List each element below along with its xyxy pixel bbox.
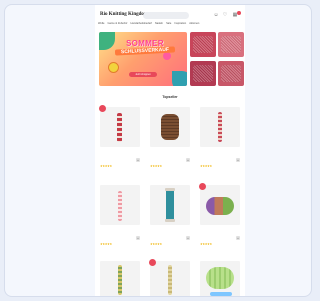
product-image[interactable] (150, 185, 190, 225)
promo-tile[interactable] (218, 61, 244, 86)
product-card[interactable]: + ★★★★★ (150, 107, 190, 169)
nav-item[interactable]: Sale (166, 22, 171, 27)
yarn-skein-shape (218, 112, 222, 142)
product-image[interactable] (100, 107, 140, 147)
product-image[interactable] (150, 261, 190, 296)
yarn-ball-shape (206, 267, 234, 289)
add-to-cart-icon[interactable]: + (186, 236, 190, 240)
yarn-ball-decoration (108, 62, 119, 73)
rating-stars: ★★★★★ (150, 242, 162, 246)
spool-cap-shape (165, 188, 175, 191)
product-card[interactable] (100, 261, 140, 296)
leaf-decoration (172, 71, 187, 86)
site-header: Rio Knitting Kingdom ☺ ♡ ▦ (95, 11, 245, 21)
main-nav: Wolle Garne & Zubehör Handarbeitsbedarf … (98, 22, 244, 27)
web-page: Rio Knitting Kingdom ☺ ♡ ▦ Wolle Garne &… (95, 5, 245, 296)
rating-stars: ★★★★★ (200, 164, 212, 168)
promo-tile[interactable] (218, 32, 244, 57)
nav-item[interactable]: Aktionen (189, 22, 199, 27)
product-card[interactable] (149, 259, 190, 296)
heart-icon[interactable]: ♡ (222, 12, 228, 18)
user-icon[interactable]: ☺ (213, 12, 219, 18)
scroll-indicator[interactable] (210, 292, 232, 296)
product-card[interactable]: + ★★★★★ (200, 107, 240, 169)
nav-item[interactable]: Nadeln (155, 22, 163, 27)
hero-cta-button[interactable]: Jetzt shoppen (129, 72, 157, 77)
product-image[interactable] (100, 261, 140, 296)
yarn-ball-decoration (163, 52, 171, 60)
rating-stars: ★★★★★ (100, 164, 112, 168)
browser-frame: Rio Knitting Kingdom ☺ ♡ ▦ Wolle Garne &… (4, 4, 312, 297)
promo-tile[interactable] (190, 32, 216, 57)
hero-banner[interactable]: SOMMER SCHLUSSVERKAUF Jetzt shoppen (99, 32, 187, 86)
nav-item[interactable]: Inspiration (174, 22, 186, 27)
yarn-ball-shape (161, 114, 179, 140)
product-image[interactable] (200, 107, 240, 147)
product-card[interactable]: + ★★★★★ (199, 183, 240, 247)
cart-count-badge (237, 11, 241, 15)
sale-badge (99, 105, 106, 112)
rating-stars: ★★★★★ (100, 242, 112, 246)
thread-spool-shape (166, 189, 174, 221)
yarn-skein-shape (168, 265, 172, 295)
product-card[interactable]: + ★★★★★ (100, 185, 140, 247)
rating-stars: ★★★★★ (150, 164, 162, 168)
add-to-cart-icon[interactable]: + (136, 158, 140, 162)
section-title: Topseller (162, 95, 178, 99)
yarn-skein-shape (118, 265, 122, 295)
search-input[interactable] (143, 12, 189, 19)
sale-badge (149, 259, 156, 266)
yarn-skein-shape (118, 191, 122, 221)
promo-tile[interactable] (190, 61, 216, 86)
add-to-cart-icon[interactable]: + (186, 158, 190, 162)
add-to-cart-icon[interactable]: + (236, 236, 240, 240)
site-logo[interactable]: Rio Knitting Kingdom (100, 12, 148, 17)
product-card[interactable]: + ★★★★★ (99, 105, 140, 169)
product-image[interactable] (100, 185, 140, 225)
nav-item[interactable]: Garne & Zubehör (107, 22, 127, 27)
nav-item[interactable]: Handarbeitsbedarf (131, 22, 152, 27)
spool-cap-shape (165, 219, 175, 222)
product-image[interactable] (150, 107, 190, 147)
yarn-ball-shape (206, 197, 234, 215)
nav-item[interactable]: Wolle (98, 22, 104, 27)
product-card[interactable]: + ★★★★★ (150, 185, 190, 247)
add-to-cart-icon[interactable]: + (236, 158, 240, 162)
rating-stars: ★★★★★ (200, 242, 212, 246)
sale-badge (199, 183, 206, 190)
add-to-cart-icon[interactable]: + (136, 236, 140, 240)
yarn-skein-shape (117, 113, 122, 142)
product-image[interactable] (200, 185, 240, 225)
